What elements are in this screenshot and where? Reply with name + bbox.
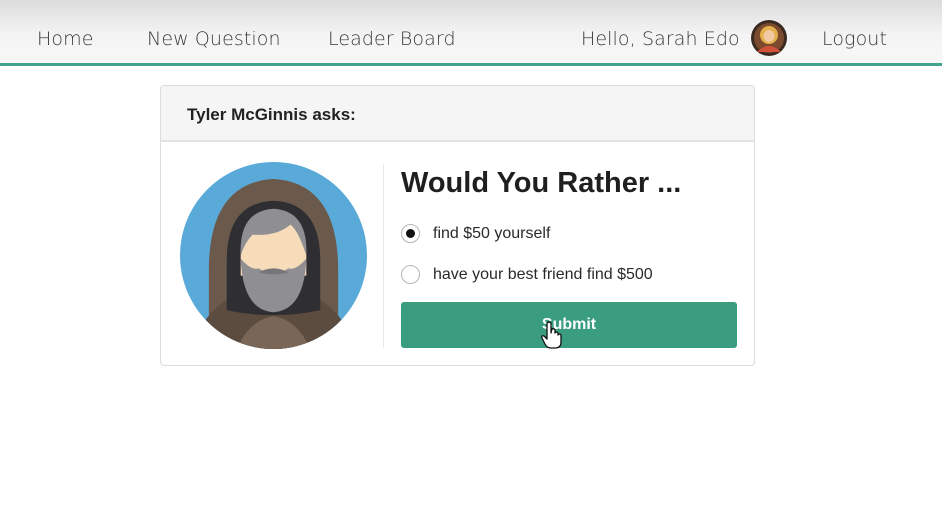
option-one-radio[interactable] <box>401 224 420 243</box>
option-two-radio[interactable] <box>401 265 420 284</box>
vertical-divider <box>383 164 384 348</box>
logout-link[interactable]: Logout <box>822 28 887 50</box>
question-author-label: Tyler McGinnis asks: <box>187 105 356 124</box>
submit-button[interactable]: Submit <box>401 302 737 348</box>
nav-home-link[interactable]: Home <box>37 28 94 50</box>
card-header: Tyler McGinnis asks: <box>161 86 754 142</box>
nav-new-question-link[interactable]: New Question <box>147 28 281 50</box>
question-card: Tyler McGinnis asks: Would You Rather ..… <box>160 85 755 366</box>
user-avatar-icon <box>751 20 787 56</box>
option-two-label[interactable]: have your best friend find $500 <box>433 266 653 284</box>
top-navbar: Home New Question Leader Board Hello, Sa… <box>0 0 942 66</box>
hooded-man-avatar-icon <box>179 161 368 350</box>
question-title: Would You Rather ... <box>401 167 682 199</box>
nav-leader-board-link[interactable]: Leader Board <box>328 28 456 50</box>
radio-selected-dot <box>406 229 415 238</box>
option-one-label[interactable]: find $50 yourself <box>433 225 550 243</box>
user-greeting: Hello, Sarah Edo <box>581 28 740 50</box>
